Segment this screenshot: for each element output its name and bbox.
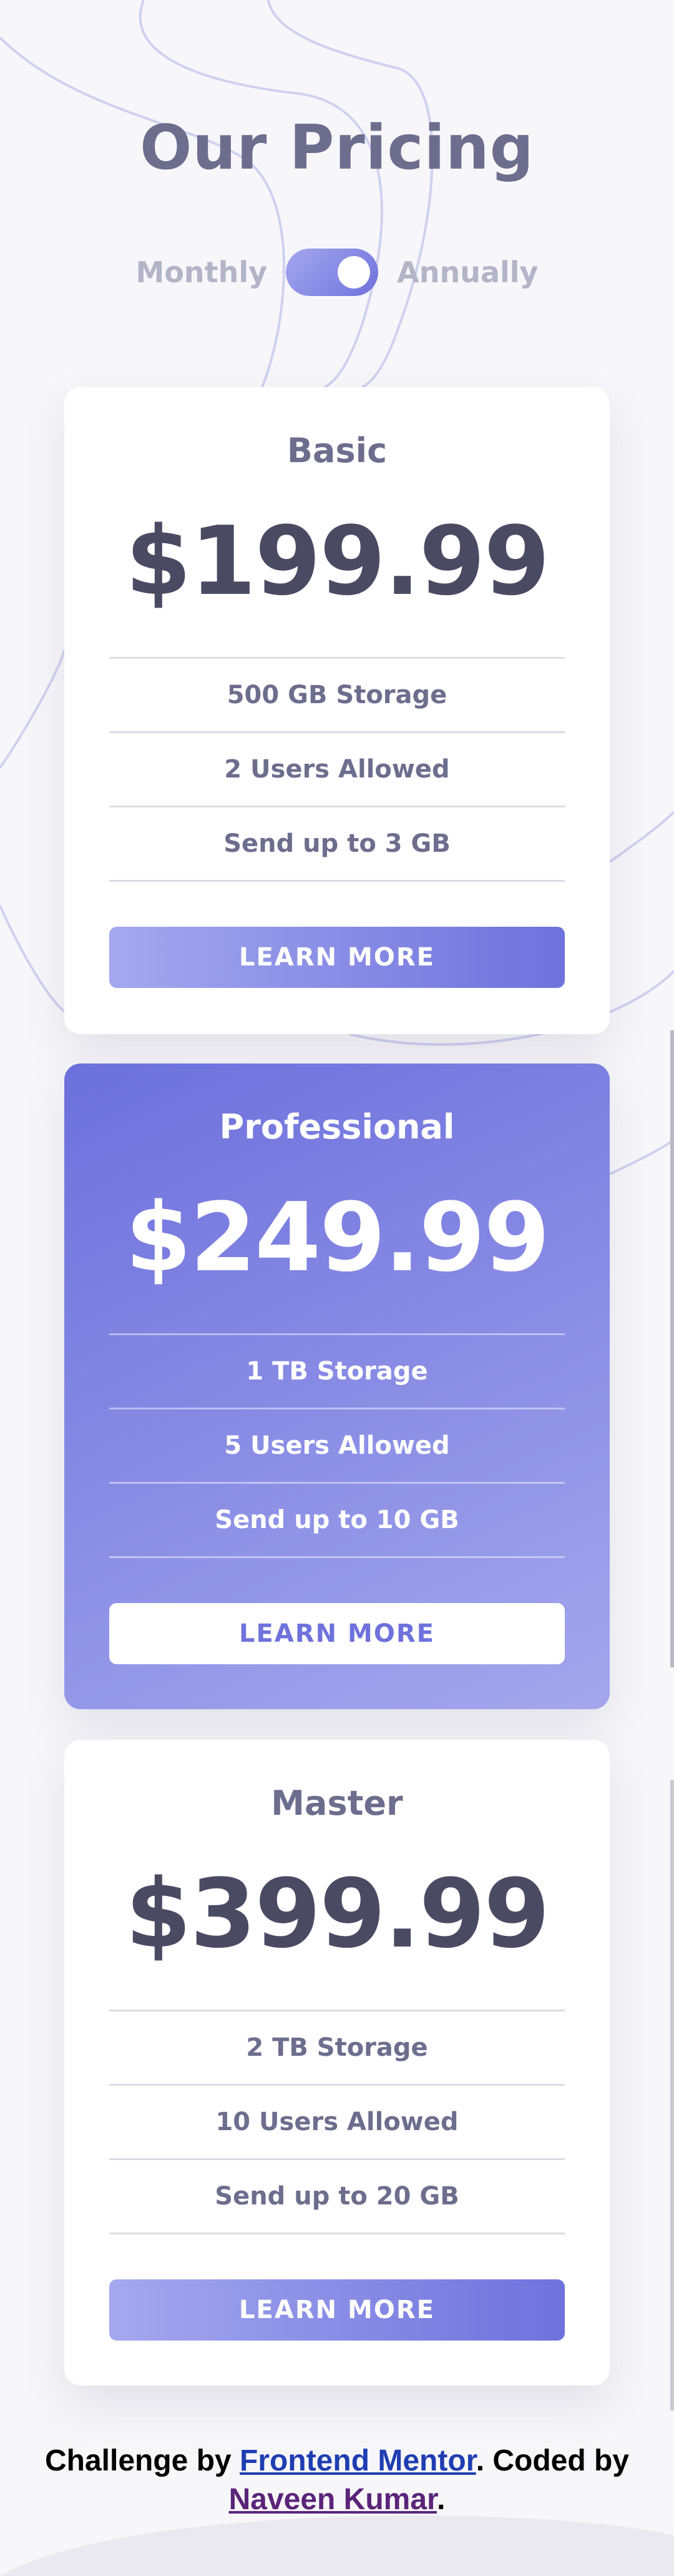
scrollbar[interactable]	[670, 1780, 674, 2411]
feature-item: 2 TB Storage	[109, 2011, 565, 2086]
footer-middle: . Coded by	[476, 2444, 630, 2477]
billing-toggle: Monthly Annually	[0, 249, 674, 296]
feature-list: 500 GB Storage 2 Users Allowed Send up t…	[109, 657, 565, 882]
learn-more-button[interactable]: LEARN MORE	[109, 1603, 565, 1664]
plan-price: $249.99	[125, 1182, 550, 1293]
billing-switch[interactable]	[286, 249, 379, 296]
attribution-footer: Challenge by Frontend Mentor. Coded by N…	[25, 2442, 649, 2519]
pricing-card-professional: Professional $249.99 1 TB Storage 5 User…	[64, 1063, 610, 1709]
author-link[interactable]: Naveen Kumar	[229, 2483, 437, 2516]
feature-item: 2 Users Allowed	[109, 733, 565, 807]
plan-price: $399.99	[125, 1858, 550, 1969]
monthly-label[interactable]: Monthly	[135, 255, 267, 289]
feature-item: 1 TB Storage	[109, 1335, 565, 1409]
annually-label[interactable]: Annually	[397, 255, 538, 289]
feature-list: 2 TB Storage 10 Users Allowed Send up to…	[109, 2010, 565, 2234]
feature-list: 1 TB Storage 5 Users Allowed Send up to …	[109, 1333, 565, 1558]
plan-name: Master	[271, 1784, 403, 1823]
plan-name: Professional	[219, 1107, 455, 1147]
plan-price: $199.99	[125, 506, 550, 616]
feature-item: Send up to 20 GB	[109, 2160, 565, 2234]
pricing-card-basic: Basic $199.99 500 GB Storage 2 Users All…	[64, 387, 610, 1034]
plan-name: Basic	[286, 431, 388, 470]
feature-item: 500 GB Storage	[109, 659, 565, 733]
feature-item: Send up to 10 GB	[109, 1484, 565, 1558]
page-title: Our Pricing	[140, 112, 534, 184]
frontend-mentor-link[interactable]: Frontend Mentor	[240, 2444, 476, 2477]
learn-more-button[interactable]: LEARN MORE	[109, 2279, 565, 2341]
footer-suffix: .	[437, 2483, 446, 2516]
feature-item: 5 Users Allowed	[109, 1409, 565, 1484]
feature-item: 10 Users Allowed	[109, 2086, 565, 2160]
pricing-card-master: Master $399.99 2 TB Storage 10 Users All…	[64, 1740, 610, 2386]
learn-more-button[interactable]: LEARN MORE	[109, 927, 565, 988]
feature-item: Send up to 3 GB	[109, 807, 565, 882]
scrollbar[interactable]	[670, 1030, 674, 1667]
switch-knob[interactable]	[338, 256, 371, 289]
footer-prefix: Challenge by	[44, 2444, 240, 2477]
